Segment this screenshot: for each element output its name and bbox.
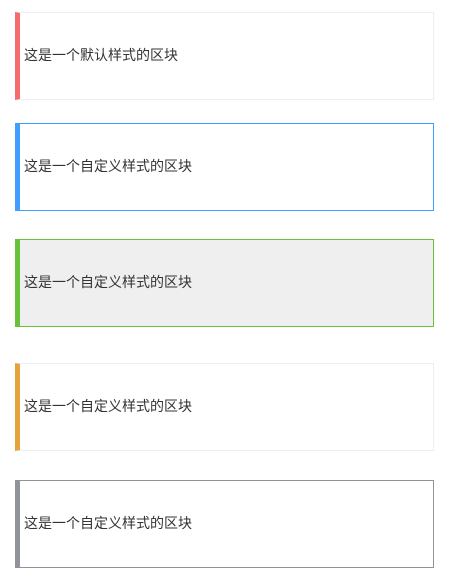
block-text: 这是一个自定义样式的区块: [24, 399, 192, 415]
block-default: 这是一个默认样式的区块: [15, 12, 434, 100]
block-text: 这是一个自定义样式的区块: [24, 516, 192, 532]
block-text: 这是一个自定义样式的区块: [24, 275, 192, 291]
block-custom-orange: 这是一个自定义样式的区块: [15, 363, 434, 451]
block-custom-gray: 这是一个自定义样式的区块: [15, 480, 434, 568]
block-custom-green: 这是一个自定义样式的区块: [15, 239, 434, 327]
block-custom-blue: 这是一个自定义样式的区块: [15, 123, 434, 211]
block-text: 这是一个自定义样式的区块: [24, 159, 192, 175]
block-text: 这是一个默认样式的区块: [24, 48, 178, 64]
